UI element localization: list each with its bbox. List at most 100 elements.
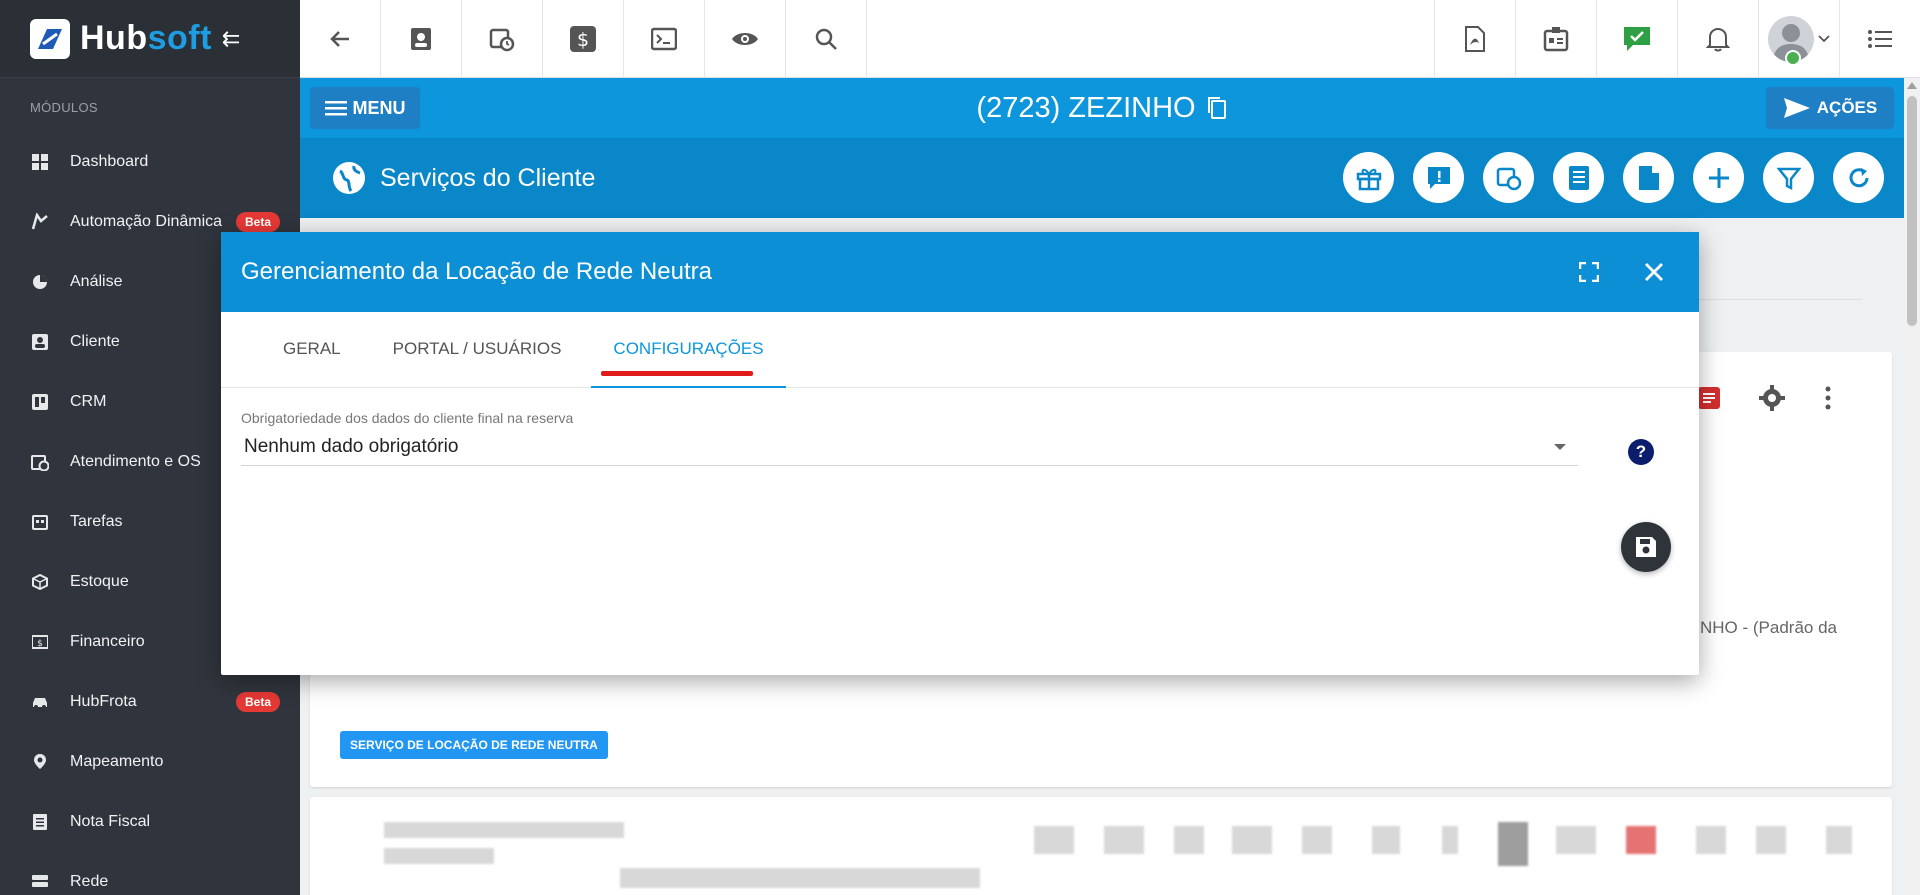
chevron-down-icon bbox=[1818, 35, 1830, 43]
invoice-icon bbox=[30, 812, 50, 832]
blurred-content bbox=[620, 868, 980, 888]
close-icon bbox=[1645, 263, 1663, 281]
more-vert-icon bbox=[1825, 386, 1831, 410]
back-button[interactable] bbox=[300, 0, 381, 78]
services-title: Serviços do Cliente bbox=[332, 138, 595, 218]
blurred-content bbox=[1756, 826, 1786, 854]
sidebar-item-label: HubFrota bbox=[70, 693, 137, 710]
car-icon bbox=[30, 692, 50, 712]
sidebar-item-label: Automação Dinâmica bbox=[70, 213, 223, 230]
service-type-tag: SERVIÇO DE LOCAÇÃO DE REDE NEUTRA bbox=[340, 731, 608, 759]
svg-text:$: $ bbox=[577, 29, 589, 51]
add-service-button[interactable] bbox=[1693, 152, 1744, 203]
service-card-actions bbox=[1698, 384, 1832, 412]
blurred-content bbox=[1696, 826, 1726, 854]
view-button[interactable] bbox=[705, 0, 786, 78]
file-button[interactable] bbox=[1623, 152, 1674, 203]
filter-icon bbox=[1776, 167, 1801, 190]
sidebar-item-label: Dashboard bbox=[70, 153, 149, 170]
highlight-underline bbox=[601, 371, 753, 376]
acoes-button[interactable]: AÇÕES bbox=[1766, 87, 1894, 129]
app-root: Hubsoft ⇇ MÓDULOS Dashboard Automação Di… bbox=[0, 0, 1920, 895]
floppy-disk-icon bbox=[1636, 537, 1656, 557]
sidebar-item-label: Mapeamento bbox=[70, 753, 164, 770]
blurred-content bbox=[1372, 826, 1400, 854]
terminal-icon bbox=[651, 27, 677, 51]
user-menu[interactable] bbox=[1758, 0, 1839, 78]
sidebar-item-dashboard[interactable]: Dashboard bbox=[0, 132, 300, 192]
sidebar-item-label: Cliente bbox=[70, 333, 120, 350]
calendar-clock-icon bbox=[30, 452, 50, 472]
dropdown-caret-icon bbox=[1554, 444, 1566, 450]
alert-message-icon bbox=[1427, 166, 1450, 189]
sidebar-item-hubfrota[interactable]: HubFrota Beta bbox=[0, 672, 300, 732]
terminal-button[interactable] bbox=[624, 0, 705, 78]
box-icon bbox=[30, 572, 50, 592]
menu-button[interactable]: MENU bbox=[310, 87, 420, 129]
beta-badge: Beta bbox=[235, 212, 280, 232]
id-badge-icon bbox=[1543, 27, 1569, 52]
sidebar-item-mapeamento[interactable]: Mapeamento bbox=[0, 732, 300, 792]
blurred-content bbox=[1302, 826, 1332, 854]
services-title-text: Serviços do Cliente bbox=[380, 163, 596, 192]
pie-chart-icon bbox=[30, 272, 50, 292]
sidebar-item-label: Atendimento e OS bbox=[70, 453, 201, 470]
topbar-right bbox=[1434, 0, 1920, 78]
service-plan-text: NHO - (Padrão da bbox=[1700, 618, 1837, 637]
map-pin-icon bbox=[30, 752, 50, 772]
blurred-content bbox=[1034, 826, 1074, 854]
sidebar-item-nota-fiscal[interactable]: Nota Fiscal bbox=[0, 792, 300, 852]
modal-title: Gerenciamento da Locação de Rede Neutra bbox=[241, 258, 712, 285]
approval-button[interactable] bbox=[1596, 0, 1677, 78]
notifications-button[interactable] bbox=[1677, 0, 1758, 78]
gift-button[interactable] bbox=[1343, 152, 1394, 203]
svg-text:$: $ bbox=[37, 639, 43, 649]
online-status-dot bbox=[1785, 50, 1801, 66]
scroll-up-icon[interactable] bbox=[1907, 82, 1917, 89]
search-button[interactable] bbox=[786, 0, 867, 78]
document-list-icon bbox=[1568, 165, 1589, 190]
copy-icon bbox=[1207, 97, 1226, 119]
blurred-content bbox=[1498, 822, 1528, 866]
sidebar-item-label: Análise bbox=[70, 273, 123, 290]
sidebar-item-rede[interactable]: Rede bbox=[0, 852, 300, 895]
search-icon bbox=[815, 28, 837, 50]
help-icon[interactable]: ? bbox=[1628, 439, 1654, 465]
mandatory-data-select[interactable]: Nenhum dado obrigatório bbox=[241, 428, 1578, 466]
menu-button-label: MENU bbox=[352, 97, 406, 118]
finance-button[interactable]: $ bbox=[543, 0, 624, 78]
fullscreen-button[interactable] bbox=[1571, 254, 1607, 290]
page-scrollbar[interactable] bbox=[1904, 78, 1920, 895]
globe-icon bbox=[333, 162, 365, 194]
badge-button[interactable] bbox=[1515, 0, 1596, 78]
refresh-icon bbox=[1849, 167, 1868, 187]
sidebar-item-label: Tarefas bbox=[70, 513, 123, 530]
contact-card-icon bbox=[30, 332, 50, 352]
save-button[interactable] bbox=[1621, 522, 1671, 572]
refresh-button[interactable] bbox=[1833, 152, 1884, 203]
alert-message-button[interactable] bbox=[1413, 152, 1464, 203]
gift-icon bbox=[1356, 168, 1381, 190]
close-button[interactable] bbox=[1636, 254, 1672, 290]
pdf-button[interactable] bbox=[1434, 0, 1515, 78]
field-label: Obrigatoriedade dos dados do cliente fin… bbox=[241, 410, 574, 426]
scroll-thumb[interactable] bbox=[1907, 96, 1917, 326]
select-value: Nenhum dado obrigatório bbox=[244, 435, 459, 457]
tab-portal-usuarios[interactable]: PORTAL / USUÁRIOS bbox=[371, 311, 584, 387]
schedule-button[interactable] bbox=[462, 0, 543, 78]
filter-button[interactable] bbox=[1763, 152, 1814, 203]
tasks-icon bbox=[30, 512, 50, 532]
sidebar-item-label: Rede bbox=[70, 873, 109, 890]
sidebar-item-label: Nota Fiscal bbox=[70, 813, 151, 830]
schedule-service-button[interactable] bbox=[1483, 152, 1534, 203]
client-card-button[interactable] bbox=[381, 0, 462, 78]
modal-tabs: GERAL PORTAL / USUÁRIOS CONFIGURAÇÕES bbox=[221, 312, 1699, 388]
red-document-icon bbox=[1698, 387, 1720, 409]
list-menu-button[interactable] bbox=[1839, 0, 1920, 78]
sidebar-item-label: Estoque bbox=[70, 573, 129, 590]
beta-badge: Beta bbox=[235, 692, 280, 712]
tab-geral[interactable]: GERAL bbox=[261, 311, 363, 387]
money-icon: $ bbox=[30, 632, 50, 652]
collapse-sidebar-icon[interactable]: ⇇ bbox=[222, 26, 240, 52]
document-list-button[interactable] bbox=[1553, 152, 1604, 203]
